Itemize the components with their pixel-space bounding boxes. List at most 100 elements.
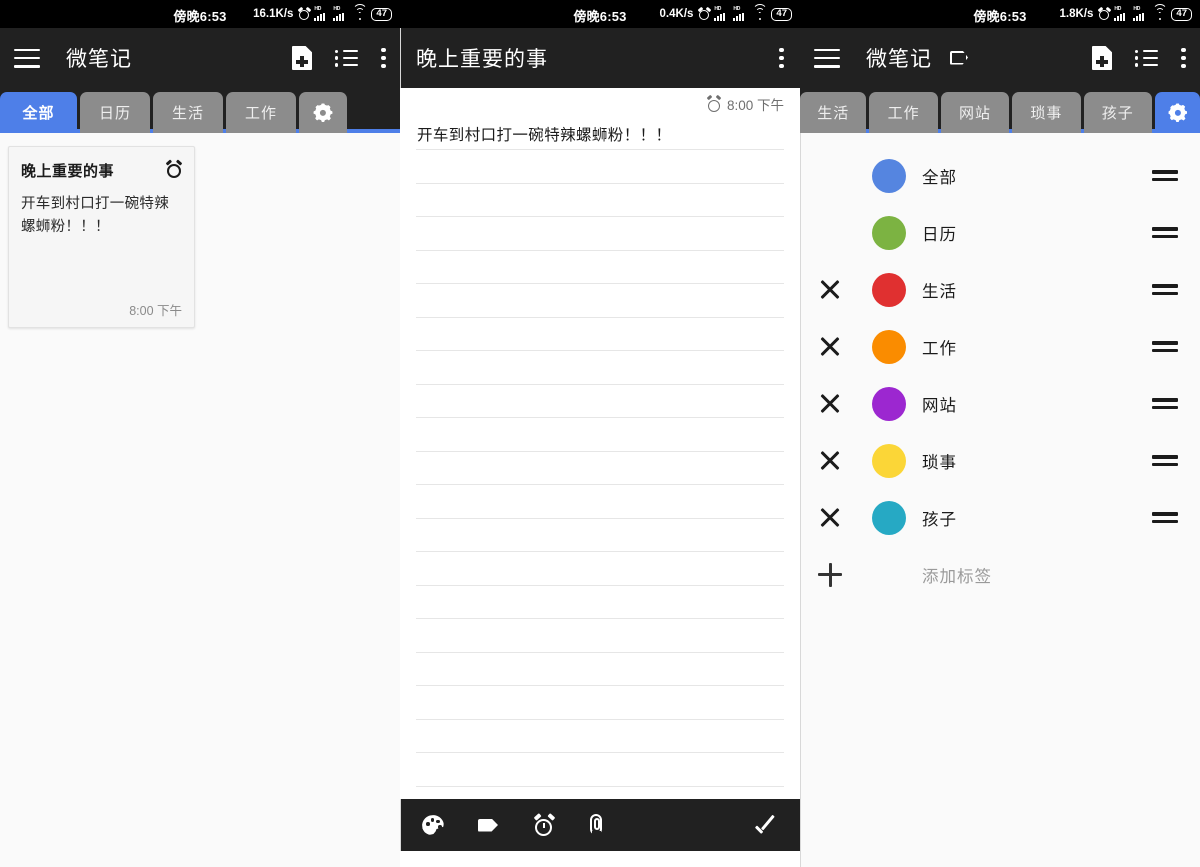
- gear-icon: [1168, 103, 1187, 122]
- alarm-icon: [298, 8, 310, 20]
- hd-label: HD: [733, 7, 740, 12]
- overflow-menu-icon[interactable]: [779, 48, 784, 69]
- hamburger-icon[interactable]: [814, 49, 840, 68]
- note-list-area: 晚上重要的事 开车到村口打一碗特辣螺蛳粉！！！ 8:00 下午: [0, 133, 400, 867]
- delete-tag-icon[interactable]: [817, 334, 843, 360]
- list-view-icon[interactable]: [1135, 50, 1158, 67]
- ruled-line: [416, 149, 784, 150]
- delete-tag-icon[interactable]: [817, 277, 843, 303]
- tag-color-swatch[interactable]: [872, 330, 906, 364]
- tab-label: 生活: [817, 102, 849, 123]
- tab-chores[interactable]: 琐事: [1012, 92, 1080, 133]
- app-bar-3: 微笔记: [800, 28, 1200, 88]
- signal-hd-icon: HD: [1133, 8, 1148, 21]
- note-editor-body[interactable]: 8:00 下午 开车到村口打一碗特辣螺蛳粉！！！: [400, 88, 800, 799]
- tag-row[interactable]: 孩子: [800, 489, 1200, 546]
- drag-handle-icon[interactable]: [1152, 455, 1178, 465]
- tag-row[interactable]: 全部: [800, 147, 1200, 204]
- tab-settings[interactable]: [1155, 92, 1200, 133]
- tab-work[interactable]: 工作: [869, 92, 937, 133]
- hd-label: HD: [314, 7, 321, 12]
- page-title: 微笔记: [866, 43, 932, 73]
- battery-level: 47: [1176, 9, 1187, 19]
- tab-website[interactable]: 网站: [941, 92, 1009, 133]
- drag-handle-icon[interactable]: [1152, 398, 1178, 408]
- add-tag-row[interactable]: 添加标签: [800, 546, 1200, 603]
- overflow-menu-icon[interactable]: [381, 48, 386, 69]
- drag-handle-icon[interactable]: [1152, 170, 1178, 180]
- wifi-icon: [752, 8, 767, 20]
- signal-hd-icon: HD: [333, 8, 348, 21]
- tag-label: 日历: [922, 221, 957, 245]
- palette-icon[interactable]: [422, 815, 444, 835]
- network-speed: 16.1K/s: [253, 8, 293, 20]
- wifi-icon: [1152, 8, 1167, 20]
- reminder-row[interactable]: 8:00 下午: [400, 88, 800, 120]
- drag-handle-icon[interactable]: [1152, 227, 1178, 237]
- tab-all[interactable]: 全部: [0, 92, 77, 133]
- signal-hd-icon: HD: [733, 8, 748, 21]
- tab-kids[interactable]: 孩子: [1084, 92, 1152, 133]
- drag-handle-icon[interactable]: [1152, 284, 1178, 294]
- ruled-line: [416, 183, 784, 184]
- drag-handle-icon[interactable]: [1152, 341, 1178, 351]
- delete-tag-icon[interactable]: [817, 505, 843, 531]
- tag-color-swatch[interactable]: [872, 216, 906, 250]
- tab-life[interactable]: 生活: [153, 92, 223, 133]
- ruled-line: [416, 451, 784, 452]
- note-title: 晚上重要的事: [21, 160, 114, 181]
- ruled-line: [416, 551, 784, 552]
- tag-icon[interactable]: [478, 818, 500, 833]
- tag-row[interactable]: 生活: [800, 261, 1200, 318]
- tab-label: 工作: [245, 102, 277, 123]
- hd-label: HD: [1133, 7, 1140, 12]
- tag-row[interactable]: 日历: [800, 204, 1200, 261]
- note-content-text[interactable]: 开车到村口打一碗特辣螺蛳粉！！！: [417, 124, 784, 148]
- tag-row[interactable]: 工作: [800, 318, 1200, 375]
- tag-row[interactable]: 琐事: [800, 432, 1200, 489]
- tag-color-swatch[interactable]: [872, 444, 906, 478]
- tab-life[interactable]: 生活: [800, 92, 866, 133]
- tag-color-swatch[interactable]: [872, 273, 906, 307]
- tag-color-swatch[interactable]: [872, 387, 906, 421]
- ruled-line: [416, 484, 784, 485]
- panel-note-list: 傍晚6:53 16.1K/s HD HD 47 微笔记 全部 日历 生活: [0, 0, 400, 867]
- reminder-time: 8:00 下午: [727, 94, 784, 114]
- network-speed: 0.4K/s: [660, 8, 694, 20]
- tag-label: 全部: [922, 164, 957, 188]
- tab-work[interactable]: 工作: [226, 92, 296, 133]
- ruled-line: [416, 350, 784, 351]
- alarm-icon[interactable]: [534, 815, 554, 836]
- new-note-icon[interactable]: [1092, 46, 1112, 70]
- delete-tag-icon[interactable]: [817, 448, 843, 474]
- tab-settings[interactable]: [299, 92, 347, 133]
- tag-label: 孩子: [922, 506, 957, 530]
- alarm-icon: [166, 161, 182, 178]
- ruled-line: [416, 685, 784, 686]
- drag-handle-icon[interactable]: [1152, 512, 1178, 522]
- wifi-icon: [352, 8, 367, 20]
- tab-label: 生活: [172, 102, 204, 123]
- check-icon[interactable]: [756, 814, 778, 836]
- tag-row[interactable]: 网站: [800, 375, 1200, 432]
- battery-icon: 47: [1171, 8, 1192, 21]
- tag-icon[interactable]: [950, 51, 970, 66]
- plus-icon[interactable]: [817, 562, 843, 588]
- ruled-line: [416, 786, 784, 787]
- signal-hd-icon: HD: [714, 8, 729, 21]
- list-view-icon[interactable]: [335, 50, 358, 67]
- overflow-menu-icon[interactable]: [1181, 48, 1186, 69]
- ruled-line: [416, 719, 784, 720]
- app-bar-2: 晚上重要的事: [400, 28, 800, 88]
- tab-calendar[interactable]: 日历: [80, 92, 150, 133]
- hamburger-icon[interactable]: [14, 49, 40, 68]
- tag-color-swatch[interactable]: [872, 501, 906, 535]
- delete-tag-icon[interactable]: [817, 391, 843, 417]
- attachment-icon[interactable]: [588, 814, 606, 837]
- tag-color-swatch[interactable]: [872, 159, 906, 193]
- battery-level: 47: [776, 9, 787, 19]
- note-card[interactable]: 晚上重要的事 开车到村口打一碗特辣螺蛳粉！！！ 8:00 下午: [8, 146, 195, 328]
- signal-hd-icon: HD: [314, 8, 329, 21]
- new-note-icon[interactable]: [292, 46, 312, 70]
- ruled-line: [416, 384, 784, 385]
